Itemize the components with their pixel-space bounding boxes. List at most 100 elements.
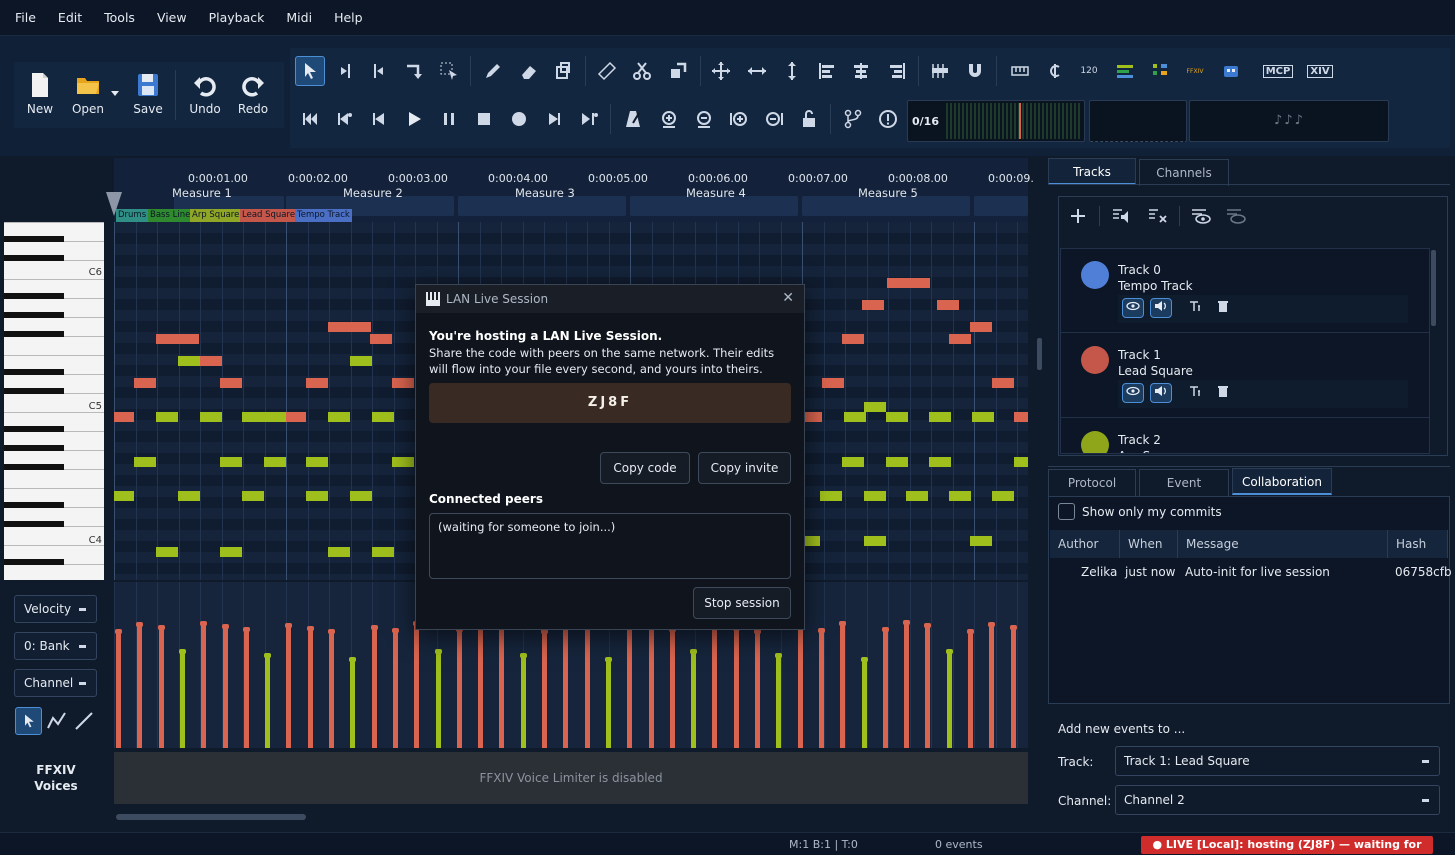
close-icon[interactable]: ✕ (782, 290, 794, 306)
midi-note[interactable] (328, 547, 350, 557)
midi-note[interactable] (114, 491, 134, 501)
playhead-marker[interactable] (106, 192, 122, 216)
track-audio-toggle[interactable] (1150, 383, 1172, 403)
black-key[interactable] (4, 502, 64, 508)
velocity-bar[interactable] (840, 624, 845, 748)
thru-button[interactable] (838, 104, 868, 134)
midi-note[interactable] (372, 412, 394, 422)
midi-note[interactable] (820, 491, 842, 501)
midi-note[interactable] (220, 547, 242, 557)
velocity-bar[interactable] (649, 627, 654, 748)
velocity-handle[interactable] (520, 653, 527, 658)
black-key[interactable] (4, 236, 64, 242)
midi-note[interactable] (328, 322, 371, 332)
midi-note[interactable] (264, 412, 286, 422)
piano-keyboard[interactable]: C6 C5 C4 (4, 222, 104, 580)
velocity-bar[interactable] (329, 632, 334, 748)
quantize-tool-button[interactable] (663, 56, 693, 86)
velocity-bar[interactable] (499, 626, 504, 748)
dialog-titlebar[interactable]: LAN Live Session ✕ (416, 285, 804, 313)
midi-note[interactable] (970, 322, 992, 332)
velocity-bar[interactable] (776, 656, 781, 748)
velocity-bar[interactable] (904, 623, 909, 748)
next-marker-button[interactable] (574, 104, 604, 134)
tab-channels[interactable]: Channels (1139, 159, 1229, 186)
velocity-bar[interactable] (627, 624, 632, 748)
column-hash[interactable]: Hash (1388, 530, 1448, 558)
midi-note[interactable] (864, 536, 886, 546)
velocity-handle[interactable] (264, 653, 271, 658)
velocity-bar[interactable] (585, 628, 590, 748)
velocity-handle[interactable] (222, 624, 229, 629)
color-notes-button[interactable] (1110, 56, 1140, 86)
velocity-bar[interactable] (883, 630, 888, 748)
show-only-mine-checkbox[interactable] (1058, 503, 1075, 520)
velocity-bar[interactable] (755, 632, 760, 748)
robot-button[interactable] (1216, 56, 1246, 86)
velocity-handle[interactable] (903, 620, 910, 625)
midi-note[interactable] (242, 412, 264, 422)
open-button[interactable]: Open (63, 66, 113, 126)
velocity-bar[interactable] (308, 629, 313, 748)
add-track-button[interactable] (1066, 204, 1090, 228)
undo-button[interactable]: Undo (180, 66, 230, 126)
delete-track-button[interactable] (1214, 298, 1232, 318)
new-button[interactable]: New (15, 66, 65, 126)
velocity-bar[interactable] (159, 628, 164, 748)
black-key[interactable] (4, 331, 64, 337)
tempo-button[interactable]: 120 (1074, 56, 1104, 86)
previous-button[interactable] (364, 104, 394, 134)
ffxiv-cat-button[interactable]: FFXIV (1180, 56, 1210, 86)
menu-view[interactable]: View (146, 0, 198, 36)
connected-peers-list[interactable]: (waiting for someone to join...) (429, 513, 791, 579)
black-key[interactable] (4, 445, 64, 451)
column-author[interactable]: Author (1050, 530, 1120, 558)
velocity-handle[interactable] (349, 657, 356, 662)
piano-keyboard-button[interactable] (1005, 56, 1035, 86)
track-visibility-toggle[interactable] (1122, 298, 1144, 318)
track-color-dot[interactable] (1081, 261, 1109, 289)
midi-note[interactable] (929, 457, 951, 467)
midi-note[interactable] (350, 356, 372, 366)
redo-button[interactable]: Redo (228, 66, 278, 126)
open-dropdown-icon[interactable] (111, 91, 119, 96)
velocity-bar[interactable] (436, 652, 441, 748)
midi-note[interactable] (992, 491, 1014, 501)
track-chip-tempo-track[interactable]: Tempo Track (295, 209, 352, 222)
midi-note[interactable] (178, 491, 200, 501)
midi-note[interactable] (220, 378, 242, 388)
velocity-bar[interactable] (563, 625, 568, 748)
timeline-ruler[interactable]: 0:00:01.00 0:00:02.00 0:00:03.00 0:00:04… (114, 158, 1034, 222)
save-button[interactable]: Save (123, 66, 173, 126)
mute-all-button[interactable] (1146, 204, 1170, 228)
channel-colors-button[interactable] (1145, 56, 1175, 86)
black-key[interactable] (4, 559, 64, 565)
velocity-bar[interactable] (286, 626, 291, 748)
copy-invite-button[interactable]: Copy invite (698, 452, 791, 484)
pencil-tool-button[interactable] (478, 56, 508, 86)
align-left-button[interactable] (812, 56, 842, 86)
tab-tracks[interactable]: Tracks (1048, 158, 1136, 185)
stop-session-button[interactable]: Stop session (693, 587, 791, 619)
velocity-handle[interactable] (988, 622, 995, 627)
target-channel-select[interactable]: Channel 2 (1115, 785, 1440, 815)
align-right-button[interactable] (882, 56, 912, 86)
next-button[interactable] (539, 104, 569, 134)
velocity-select[interactable]: Velocity (14, 595, 97, 623)
track-visibility-toggle[interactable] (1122, 383, 1144, 403)
midi-note[interactable] (134, 457, 156, 467)
black-key[interactable] (4, 369, 64, 375)
midi-note[interactable] (200, 356, 222, 366)
track-chip-bass-line[interactable]: Bass Line (148, 209, 193, 222)
midi-note[interactable] (992, 378, 1014, 388)
prev-marker-button[interactable] (330, 104, 360, 134)
midi-note[interactable] (392, 457, 414, 467)
midi-note[interactable] (804, 536, 820, 546)
column-message[interactable]: Message (1178, 530, 1388, 558)
menu-help[interactable]: Help (323, 0, 374, 36)
midi-note[interactable] (156, 334, 199, 344)
velocity-handle[interactable] (690, 649, 697, 654)
velocity-handle[interactable] (818, 628, 825, 633)
velocity-bar[interactable] (201, 624, 206, 748)
velocity-bar[interactable] (798, 628, 803, 748)
